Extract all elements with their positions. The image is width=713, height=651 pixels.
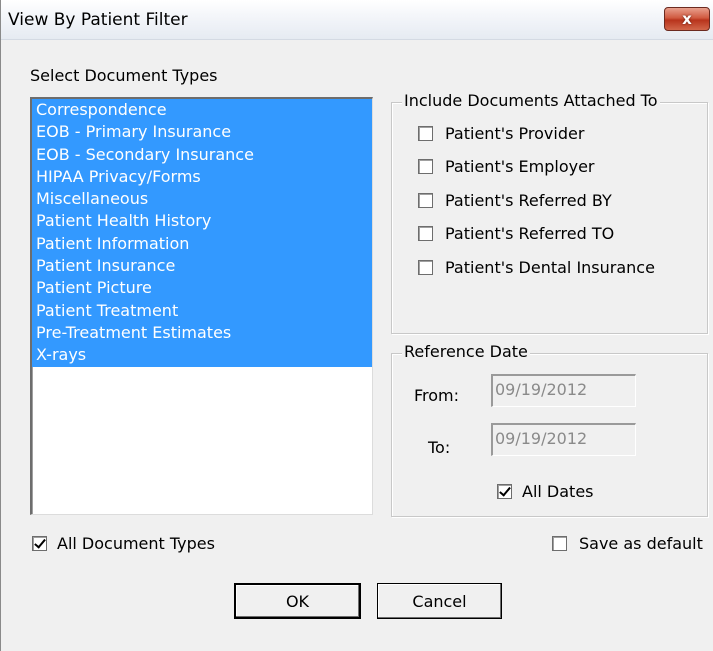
list-item[interactable]: EOB - Secondary Insurance bbox=[32, 143, 372, 166]
reference-date-heading: Reference Date bbox=[402, 342, 530, 361]
select-document-types-label: Select Document Types bbox=[30, 66, 218, 85]
referred-to-checkbox[interactable] bbox=[418, 225, 433, 241]
close-button[interactable]: x bbox=[664, 7, 710, 31]
employer-label: Patient's Employer bbox=[445, 156, 595, 176]
save-as-default-option[interactable]: Save as default bbox=[552, 533, 703, 553]
employer-checkbox[interactable] bbox=[418, 158, 433, 174]
list-item[interactable]: EOB - Primary Insurance bbox=[32, 121, 372, 144]
list-item[interactable]: HIPAA Privacy/Forms bbox=[32, 165, 372, 189]
attached-to-group: Include Documents Attached To Patient's … bbox=[391, 91, 708, 334]
list-item[interactable]: Correspondence bbox=[32, 99, 372, 122]
save-as-default-checkbox[interactable] bbox=[552, 535, 567, 551]
to-label: To: bbox=[428, 438, 451, 457]
referred-by-option[interactable]: Patient's Referred BY bbox=[418, 190, 612, 210]
dialog-window: View By Patient Filter x Select Document… bbox=[0, 0, 713, 651]
all-dates-label: All Dates bbox=[522, 481, 594, 501]
close-icon: x bbox=[682, 10, 692, 28]
title-bar[interactable]: View By Patient Filter x bbox=[1, 0, 713, 40]
dental-insurance-option[interactable]: Patient's Dental Insurance bbox=[418, 257, 655, 277]
provider-checkbox[interactable] bbox=[418, 125, 433, 141]
all-document-types-checkbox[interactable] bbox=[32, 535, 47, 551]
dental-insurance-checkbox[interactable] bbox=[418, 259, 433, 275]
all-document-types-label: All Document Types bbox=[57, 533, 215, 553]
employer-option[interactable]: Patient's Employer bbox=[418, 156, 595, 176]
from-label: From: bbox=[414, 386, 460, 405]
referred-by-checkbox[interactable] bbox=[418, 192, 433, 208]
to-date-field[interactable]: 09/19/2012 bbox=[491, 423, 636, 456]
list-item[interactable]: Pre-Treatment Estimates bbox=[32, 321, 372, 345]
list-item[interactable]: Miscellaneous bbox=[32, 188, 372, 211]
list-item[interactable]: Patient Picture bbox=[32, 277, 372, 300]
referred-to-option[interactable]: Patient's Referred TO bbox=[418, 223, 614, 243]
referred-by-label: Patient's Referred BY bbox=[445, 190, 612, 210]
document-types-listbox[interactable]: Correspondence EOB - Primary Insurance E… bbox=[30, 97, 373, 515]
provider-label: Patient's Provider bbox=[445, 123, 585, 143]
list-item[interactable]: Patient Health History bbox=[32, 210, 372, 233]
cancel-button[interactable]: Cancel bbox=[377, 583, 502, 619]
all-dates-option[interactable]: All Dates bbox=[497, 481, 594, 501]
all-dates-checkbox[interactable] bbox=[497, 483, 512, 499]
ok-button[interactable]: OK bbox=[234, 583, 361, 619]
list-item[interactable]: Patient Information bbox=[32, 232, 372, 256]
provider-option[interactable]: Patient's Provider bbox=[418, 123, 584, 143]
list-item[interactable]: Patient Treatment bbox=[32, 299, 372, 322]
reference-date-group: Reference Date From: 09/19/2012 To: 09/1… bbox=[391, 342, 708, 517]
from-date-field[interactable]: 09/19/2012 bbox=[491, 374, 636, 407]
referred-to-label: Patient's Referred TO bbox=[445, 223, 615, 243]
save-as-default-label: Save as default bbox=[579, 533, 703, 553]
list-item[interactable]: Patient Insurance bbox=[32, 255, 372, 278]
dental-insurance-label: Patient's Dental Insurance bbox=[445, 257, 655, 277]
dialog-title: View By Patient Filter bbox=[8, 10, 188, 30]
attached-to-heading: Include Documents Attached To bbox=[402, 91, 660, 110]
list-item[interactable]: X-rays bbox=[32, 344, 372, 367]
all-document-types-option[interactable]: All Document Types bbox=[32, 533, 215, 553]
